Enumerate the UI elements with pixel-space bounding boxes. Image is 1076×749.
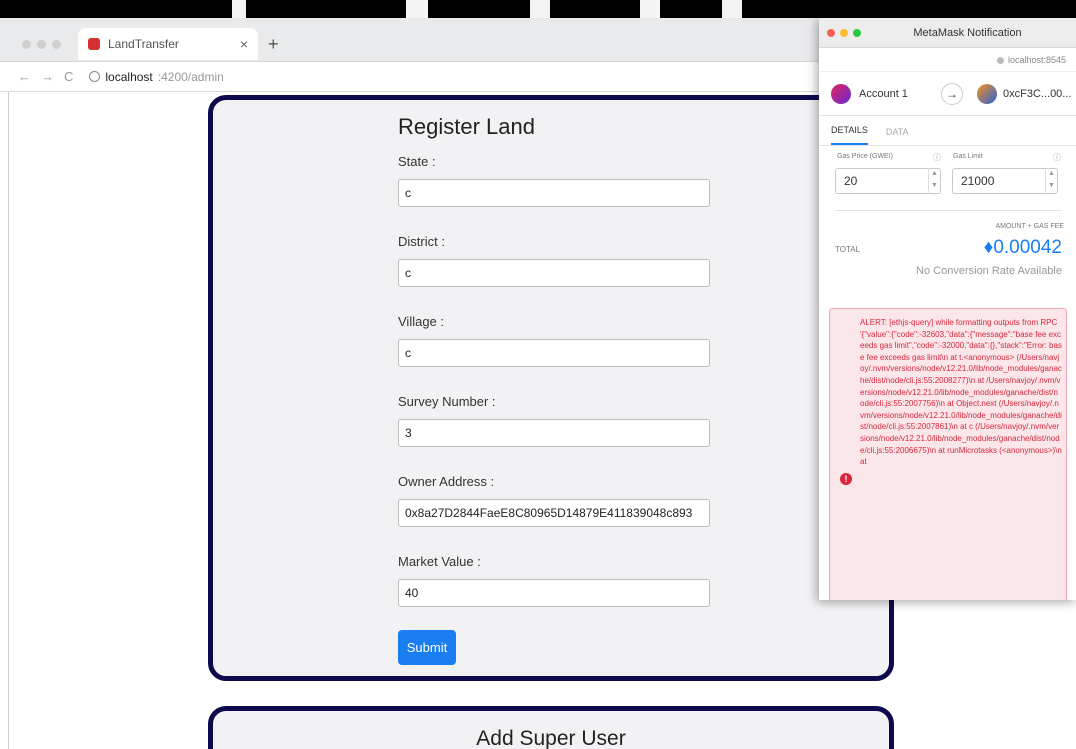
tab-title: LandTransfer: [108, 37, 179, 51]
url-field[interactable]: localhost :4200/admin: [89, 69, 224, 84]
market-value-label: Market Value :: [398, 554, 481, 569]
back-icon[interactable]: ←: [18, 69, 31, 84]
window-controls: [22, 40, 61, 49]
from-account[interactable]: Account 1: [831, 84, 908, 104]
close-window-dot[interactable]: [22, 40, 31, 49]
angular-favicon-icon: [88, 38, 100, 50]
to-account-address: 0xcF3C...00...: [1003, 88, 1072, 100]
metamask-tabs: DETAILS DATA: [819, 116, 1076, 146]
gas-labels: Gas Price (GWEI) ⓘ Gas Limit ⓘ: [819, 146, 1076, 166]
gas-price-stepper-icon[interactable]: ▲ ▼: [928, 168, 940, 194]
survey-number-label: Survey Number :: [398, 394, 496, 409]
gas-limit-input[interactable]: [952, 168, 1058, 194]
minimize-window-dot[interactable]: [37, 40, 46, 49]
tab-data[interactable]: DATA: [886, 127, 909, 145]
tab-close-icon[interactable]: ×: [240, 36, 248, 52]
forward-icon[interactable]: →: [41, 69, 54, 84]
screen: LandTransfer × + ← → C localhost :4200/ad…: [0, 0, 1076, 749]
gas-limit-info-icon[interactable]: ⓘ: [1053, 152, 1061, 163]
state-input[interactable]: [398, 179, 710, 207]
district-input[interactable]: [398, 259, 710, 287]
metamask-host-text: localhost:8545: [1007, 55, 1066, 65]
error-icon: !: [840, 473, 852, 485]
gas-price-label: Gas Price (GWEI): [837, 153, 894, 160]
browser-tab[interactable]: LandTransfer ×: [78, 28, 258, 60]
add-super-user-title: Add Super User: [476, 727, 626, 749]
village-label: Village :: [398, 314, 445, 329]
page-divider: [8, 92, 9, 749]
site-info-icon[interactable]: [89, 71, 101, 82]
metamask-titlebar: MetaMask Notification: [819, 18, 1076, 48]
market-value-input[interactable]: [398, 579, 710, 607]
metamask-window-title: MetaMask Notification: [913, 27, 1022, 39]
from-account-name: Account 1: [859, 88, 908, 100]
to-account-avatar: [977, 84, 997, 104]
nav-buttons: ← → C: [18, 69, 73, 84]
village-input[interactable]: [398, 339, 710, 367]
state-label: State :: [398, 154, 436, 169]
error-alert: ! ALERT: [ethjs-query] while formatting …: [829, 308, 1067, 600]
gas-limit-stepper-icon[interactable]: ▲ ▼: [1045, 168, 1057, 194]
top-border: [0, 0, 1076, 18]
tab-details[interactable]: DETAILS: [831, 125, 868, 145]
url-path: :4200/admin: [157, 69, 224, 84]
arrow-right-icon: →: [941, 83, 963, 105]
network-dot-icon: [996, 57, 1004, 64]
maximize-window-dot[interactable]: [52, 40, 61, 49]
form-title: Register Land: [398, 114, 535, 139]
metamask-popup: MetaMask Notification localhost:8545 Acc…: [819, 18, 1076, 600]
metamask-accounts: Account 1 → 0xcF3C...00...: [819, 72, 1076, 116]
reload-icon[interactable]: C: [64, 69, 73, 84]
from-account-avatar: [831, 84, 851, 104]
owner-address-label: Owner Address :: [398, 474, 495, 489]
url-host: localhost: [105, 69, 153, 84]
no-conversion-text: No Conversion Rate Available: [916, 265, 1062, 277]
total-label: TOTAL: [835, 245, 861, 254]
gas-fields: ▲▼ ▲▼: [819, 166, 1076, 200]
gas-limit-label: Gas Limit: [953, 153, 983, 160]
gas-price-input[interactable]: [835, 168, 941, 194]
district-label: District :: [398, 234, 445, 249]
owner-address-input[interactable]: [398, 499, 710, 527]
survey-number-input[interactable]: [398, 419, 710, 447]
to-account[interactable]: 0xcF3C...00...: [977, 84, 1071, 104]
metamask-host: localhost:8545: [819, 48, 1076, 72]
error-alert-text: ALERT: [ethjs-query] while formatting ou…: [860, 318, 1062, 467]
total-row: TOTAL ♦0.00042: [819, 237, 1076, 263]
new-tab-button[interactable]: +: [268, 34, 279, 55]
add-super-user-card: Add Super User: [208, 706, 894, 749]
submit-button[interactable]: Submit: [398, 630, 456, 665]
gas-price-info-icon[interactable]: ⓘ: [933, 152, 941, 163]
total-value: ♦0.00042: [983, 237, 1062, 258]
amount-gas-fee-label: AMOUNT + GAS FEE: [995, 223, 1064, 230]
